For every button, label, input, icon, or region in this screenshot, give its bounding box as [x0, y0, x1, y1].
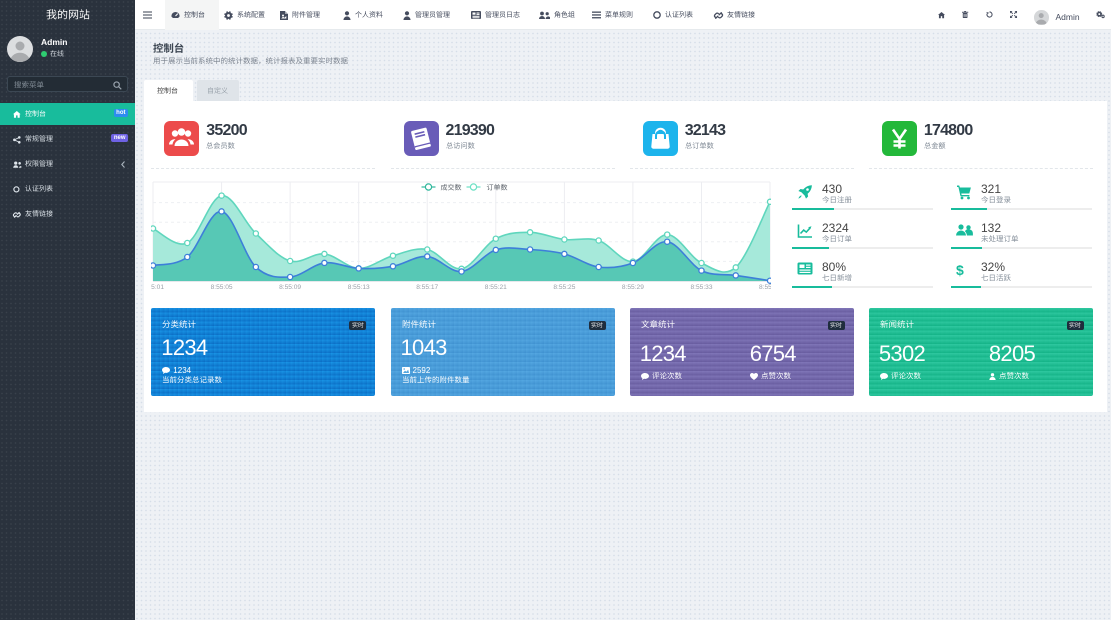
svg-text:8:55:37: 8:55:37 [759, 284, 771, 291]
svg-text:8:55:09: 8:55:09 [279, 284, 301, 291]
svg-text:8:55:21: 8:55:21 [485, 284, 507, 291]
svg-text:8:55:29: 8:55:29 [622, 284, 644, 291]
svg-text:8:55:25: 8:55:25 [553, 284, 575, 291]
svg-text:8:55:17: 8:55:17 [416, 284, 438, 291]
svg-text:8:55:13: 8:55:13 [348, 284, 370, 291]
svg-text:8:55:05: 8:55:05 [211, 284, 233, 291]
svg-text:8:55:01: 8:55:01 [151, 284, 164, 291]
svg-text:8:55:33: 8:55:33 [691, 284, 713, 291]
